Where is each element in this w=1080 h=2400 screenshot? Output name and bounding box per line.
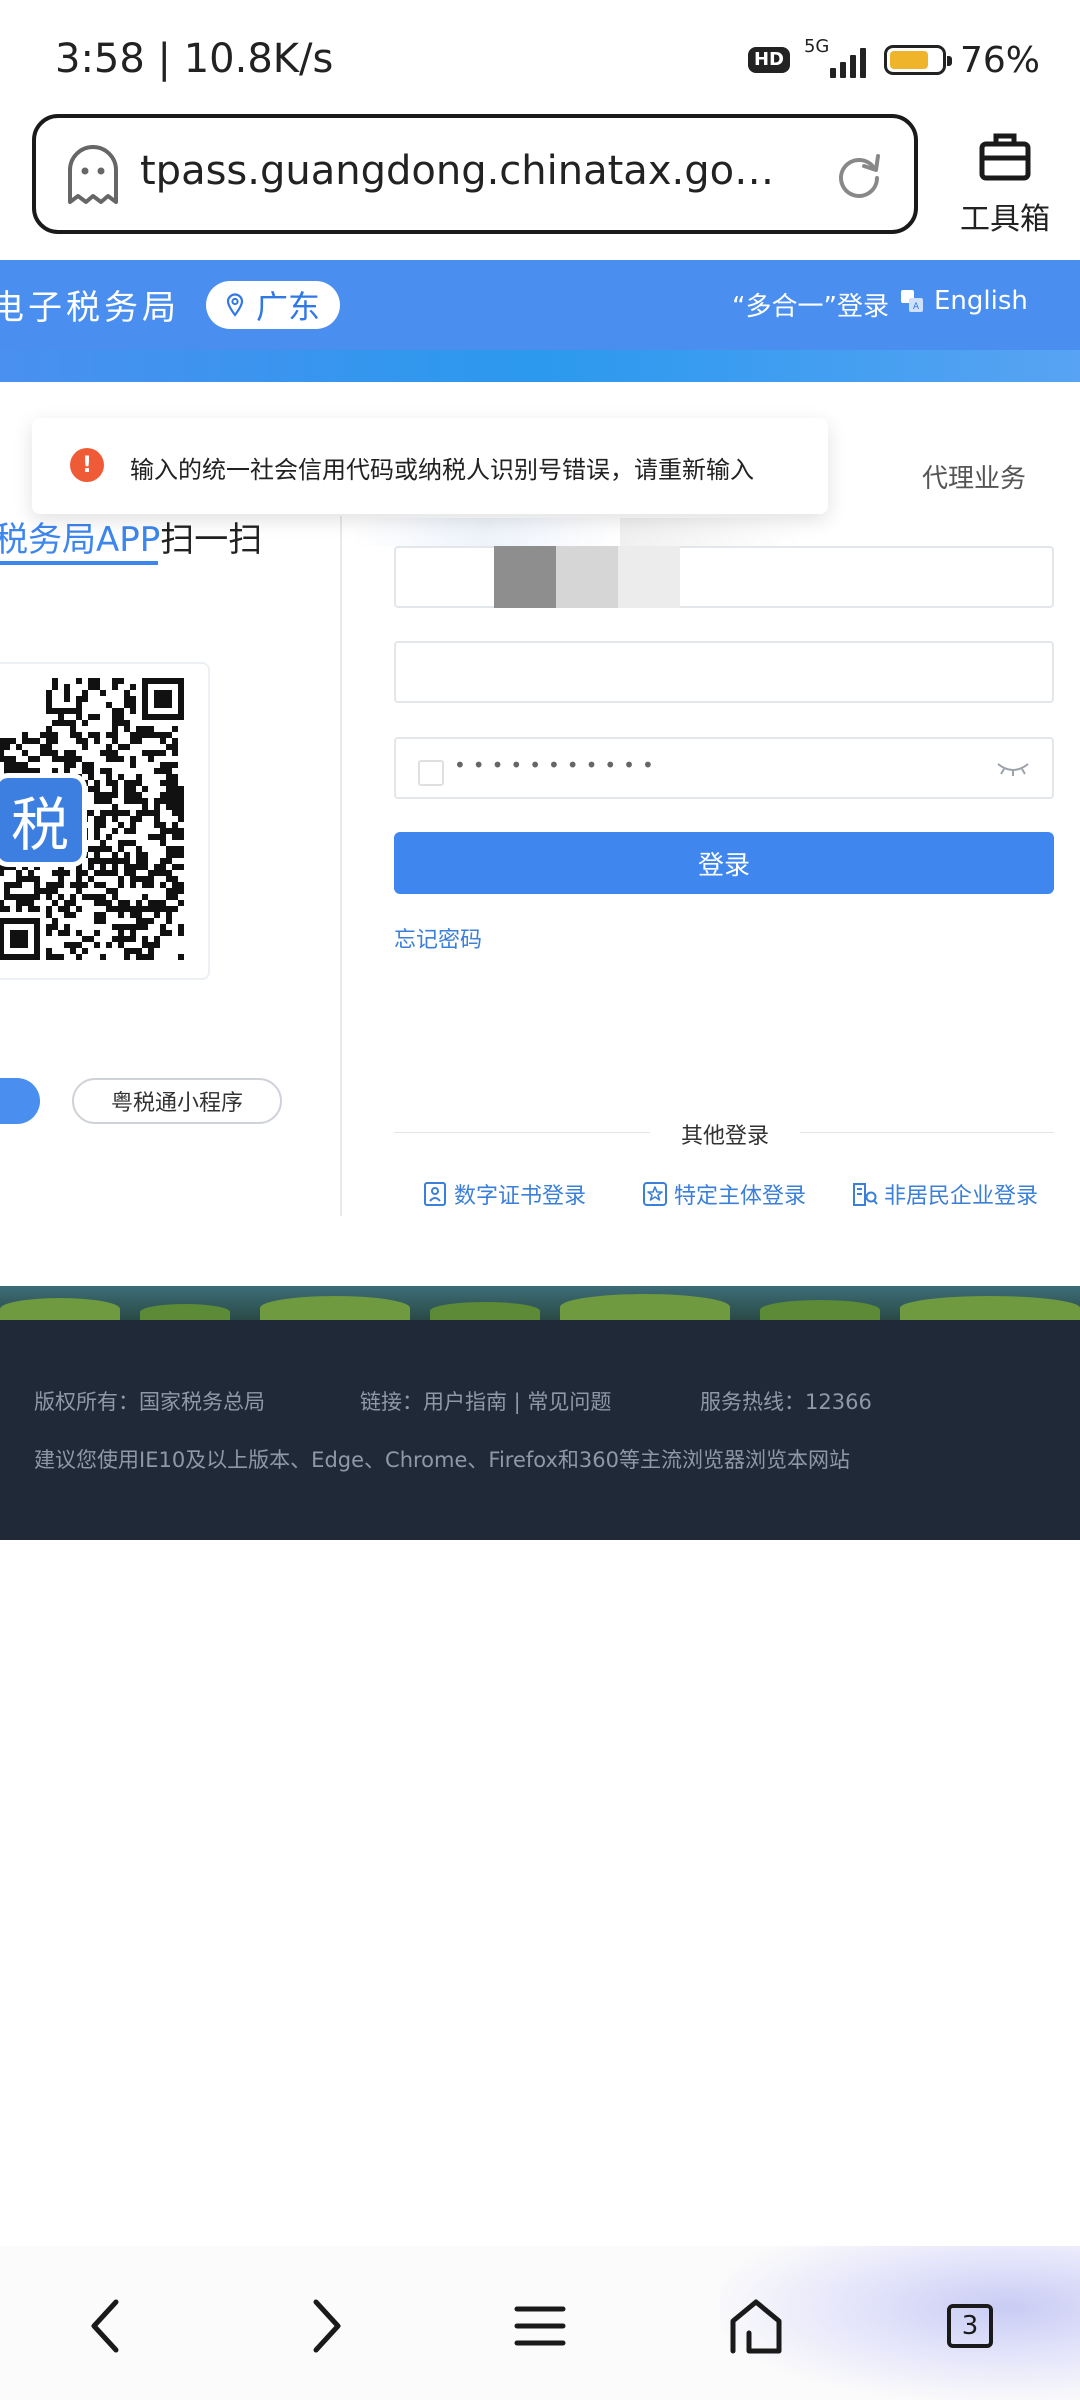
- back-button[interactable]: [66, 2286, 146, 2366]
- redacted-pixel: [556, 546, 618, 608]
- english-label: English: [934, 286, 1028, 316]
- alt-login-label: 特定主体登录: [674, 1184, 807, 1209]
- status-bar: 3:58 | 10.8K/s HD 5G 76%: [0, 0, 1080, 110]
- tabs-button[interactable]: 3: [930, 2286, 1010, 2366]
- qr-title-underline: [0, 561, 158, 565]
- status-icons: HD 5G 76%: [747, 36, 1040, 81]
- multi-login-link[interactable]: “多合一”登录: [732, 286, 889, 323]
- toolbox-icon: [979, 133, 1031, 181]
- redacted-area: [620, 518, 800, 546]
- tab-count: 3: [947, 2304, 993, 2348]
- tax-logo: 税: [0, 778, 82, 862]
- tab-agent-business[interactable]: 代理业务: [922, 458, 1026, 495]
- redacted-pixel: [494, 546, 556, 608]
- toast-message: 输入的统一社会信用代码或纳税人识别号错误，请重新输入: [130, 456, 754, 484]
- redacted-area: [350, 518, 620, 546]
- password-field-icon: [418, 760, 444, 786]
- qr-title-rest: 扫一扫: [160, 520, 263, 560]
- specific-entity-login[interactable]: 特定主体登录: [642, 1178, 806, 1210]
- site-footer: 版权所有：国家税务总局 链接：用户指南 | 常见问题 服务热线：12366 建议…: [0, 1320, 1080, 1540]
- translate-icon: A: [901, 290, 923, 312]
- network-type: 5G: [803, 36, 830, 57]
- ghost-icon[interactable]: [64, 144, 122, 206]
- non-resident-enterprise-login[interactable]: 非居民企业登录: [852, 1178, 1038, 1210]
- status-time: 3:58 | 10.8K/s: [55, 36, 334, 82]
- svg-text:A: A: [913, 302, 920, 312]
- address-bar[interactable]: tpass.guangdong.chinatax.gov.cn:...: [32, 114, 918, 234]
- digital-certificate-login[interactable]: 数字证书登录: [422, 1178, 586, 1210]
- home-button[interactable]: [716, 2286, 796, 2366]
- account-input[interactable]: [394, 641, 1054, 703]
- redacted-pixel: [618, 546, 680, 608]
- app-download-button[interactable]: [0, 1078, 40, 1124]
- divider-line: [800, 1132, 1054, 1133]
- site-header: 电子税务局 广东 “多合一”登录 A English: [0, 260, 1080, 350]
- footer-hotline: 服务热线：12366: [700, 1390, 872, 1414]
- location-pin-icon: [226, 293, 244, 317]
- chevron-right-icon: [313, 2299, 341, 2353]
- qr-code-card: 税: [0, 662, 210, 980]
- footer-links[interactable]: 链接：用户指南 | 常见问题: [360, 1386, 611, 1416]
- footer-browser-tip: 建议您使用IE10及以上版本、Edge、Chrome、Firefox和360等主…: [34, 1448, 850, 1472]
- header-banner-stripe: [0, 350, 1080, 382]
- mini-program-button[interactable]: 粤税通小程序: [72, 1078, 282, 1124]
- qr-title-accent: 税务局APP: [0, 520, 161, 560]
- qr-scan-title: 税务局APP扫一扫: [0, 512, 262, 561]
- battery-icon: [883, 45, 952, 75]
- eye-closed-icon[interactable]: [996, 758, 1030, 778]
- alt-login-label: 数字证书登录: [454, 1184, 587, 1209]
- site-title: 电子税务局: [0, 288, 180, 328]
- forgot-password-link[interactable]: 忘记密码: [394, 922, 482, 954]
- home-icon: [730, 2299, 782, 2354]
- language-switch[interactable]: A English: [900, 286, 1028, 316]
- toolbox-label: 工具箱: [960, 202, 1050, 237]
- footer-copyright: 版权所有：国家税务总局: [34, 1390, 265, 1414]
- building-icon: [853, 1183, 878, 1206]
- divider-line: [394, 1132, 650, 1133]
- browser-bottom-nav: 3: [0, 2246, 1080, 2400]
- region-selector[interactable]: 广东: [206, 281, 340, 329]
- cell-signal-icon: 5G: [804, 36, 870, 78]
- login-button[interactable]: 登录: [394, 832, 1054, 894]
- password-mask: •••••••••••: [454, 753, 661, 777]
- reload-icon[interactable]: [834, 150, 884, 200]
- forward-button[interactable]: [286, 2286, 366, 2366]
- alt-login-label: 非居民企业登录: [884, 1184, 1039, 1209]
- error-toast: ! 输入的统一社会信用代码或纳税人识别号错误，请重新输入: [32, 418, 828, 514]
- battery-percent: 76%: [959, 39, 1040, 81]
- toolbox-button[interactable]: 工具箱: [950, 124, 1060, 237]
- hd-badge: HD: [747, 47, 790, 73]
- certificate-icon: [424, 1182, 446, 1206]
- credit-code-input[interactable]: [394, 546, 1054, 608]
- menu-icon: [514, 2306, 566, 2346]
- url-text[interactable]: tpass.guangdong.chinatax.gov.cn:...: [140, 148, 790, 194]
- star-badge-icon: [643, 1182, 667, 1206]
- panel-divider: [340, 516, 342, 1216]
- chevron-left-icon: [91, 2299, 119, 2353]
- menu-button[interactable]: [500, 2286, 580, 2366]
- error-icon: !: [70, 448, 104, 482]
- other-login-title: 其他登录: [680, 1124, 769, 1149]
- forest-banner: [0, 1286, 1080, 1320]
- region-label: 广东: [255, 288, 320, 326]
